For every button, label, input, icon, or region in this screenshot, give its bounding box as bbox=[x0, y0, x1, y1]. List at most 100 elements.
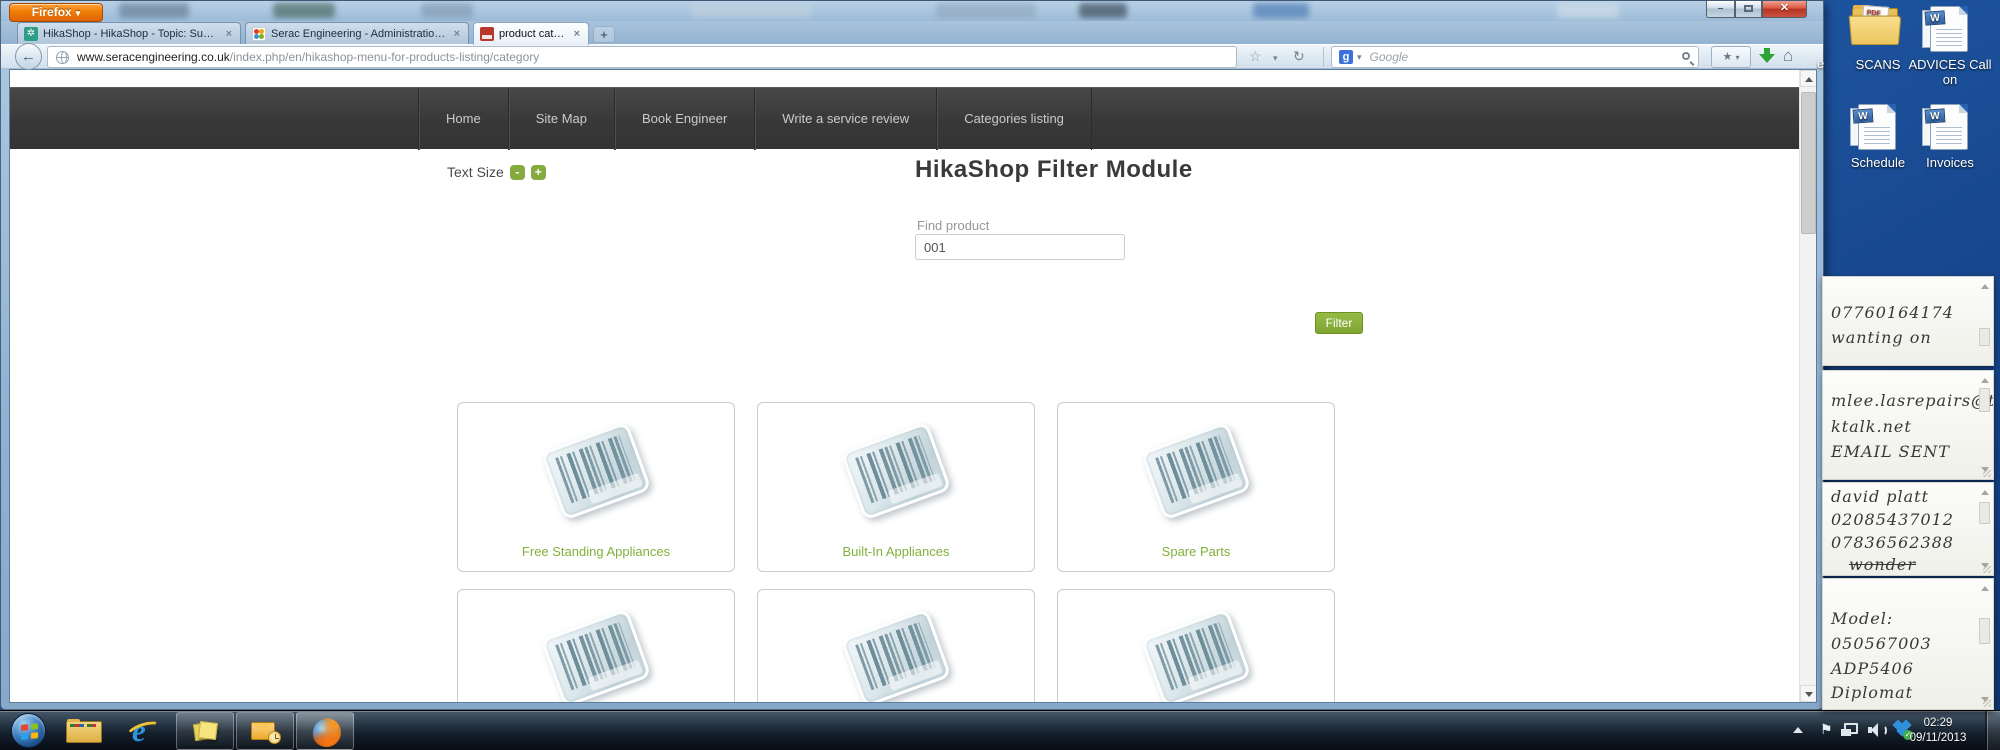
site-nav-bar: Home Site Map Book Engineer Write a serv… bbox=[10, 87, 1816, 150]
window-controls: – ✕ bbox=[1706, 1, 1807, 18]
note-scrollbar[interactable] bbox=[1978, 584, 1991, 704]
tab-close-icon[interactable]: × bbox=[452, 28, 462, 40]
downloads-button[interactable] bbox=[1759, 48, 1775, 64]
sticky-note[interactable]: mlee.lasrepairs@tal ktalk.net EMAIL SENT bbox=[1822, 370, 1994, 480]
desktop-icon-invoices[interactable]: W Invoices bbox=[1908, 102, 1992, 170]
page-title: HikaShop Filter Module bbox=[915, 156, 1193, 183]
taskbar-firefox-button[interactable] bbox=[296, 712, 354, 750]
firefox-app-menu-button[interactable]: Firefox ▾ bbox=[9, 3, 103, 22]
tab-title: Serac Engineering - Administration - ... bbox=[271, 27, 447, 40]
nav-item-categories-listing[interactable]: Categories listing bbox=[936, 88, 1092, 150]
google-search-engine-icon[interactable]: g bbox=[1339, 50, 1353, 64]
find-product-input[interactable] bbox=[915, 234, 1125, 260]
bookmark-dropdown-icon[interactable]: ▾ bbox=[1273, 53, 1278, 64]
tab-title: product category bbox=[499, 28, 567, 40]
note-line-struck: wonder bbox=[1849, 555, 1916, 574]
note-resize-grip[interactable] bbox=[1983, 469, 1991, 477]
note-resize-grip[interactable] bbox=[1983, 565, 1991, 573]
taskbar-outlook-button[interactable] bbox=[236, 712, 294, 750]
bookmarks-panel-button[interactable]: ★ ▾ bbox=[1711, 46, 1751, 68]
sticky-note[interactable]: 07760164174 wanting on bbox=[1822, 276, 1994, 366]
tab-product-category[interactable]: product category × bbox=[473, 22, 589, 45]
clock-date: 09/11/2013 bbox=[1909, 732, 1967, 744]
browser-scrollbar[interactable] bbox=[1799, 70, 1816, 702]
tab-hikashop-forum[interactable]: ✲ HikaShop - HikaShop - Topic: Subcat...… bbox=[17, 22, 241, 44]
note-scrollbar[interactable] bbox=[1978, 488, 1991, 570]
firefox-icon bbox=[312, 718, 341, 747]
close-button[interactable]: ✕ bbox=[1762, 1, 1807, 18]
tab-serac-admin[interactable]: Serac Engineering - Administration - ...… bbox=[245, 22, 469, 44]
category-card-partial[interactable] bbox=[457, 589, 735, 702]
scrollbar-thumb[interactable] bbox=[1801, 92, 1816, 234]
glass-blur-shape bbox=[936, 3, 1036, 18]
note-line: 02085437012 bbox=[1831, 510, 1954, 529]
reload-icon[interactable]: ↻ bbox=[1293, 48, 1305, 65]
tab-bar: ✲ HikaShop - HikaShop - Topic: Subcat...… bbox=[1, 21, 1823, 45]
sticky-note[interactable]: david platt 02085437012 07836562388 wond… bbox=[1822, 482, 1994, 576]
text-size-increase-button[interactable]: + bbox=[530, 164, 546, 180]
desktop-icon-advices[interactable]: W ADVICES Call on bbox=[1908, 4, 1992, 87]
minimize-button[interactable]: – bbox=[1706, 1, 1735, 18]
taskbar-sticky-notes-button[interactable] bbox=[176, 712, 234, 750]
nav-item-site-map[interactable]: Site Map bbox=[507, 88, 614, 150]
toolbar-separator bbox=[1323, 47, 1324, 67]
note-line: Model: bbox=[1831, 609, 1894, 628]
barcode-icon bbox=[1136, 417, 1256, 529]
category-link[interactable]: Spare Parts bbox=[1058, 544, 1334, 559]
network-icon[interactable] bbox=[1841, 723, 1858, 736]
category-card-spare-parts[interactable]: Spare Parts bbox=[1057, 402, 1335, 572]
home-button[interactable]: ⌂ bbox=[1783, 46, 1793, 66]
taskbar-internet-explorer-button[interactable]: e bbox=[124, 713, 164, 748]
category-link[interactable]: Built-In Appliances bbox=[758, 544, 1034, 559]
category-card-partial[interactable] bbox=[757, 589, 1035, 702]
category-card-partial[interactable] bbox=[1057, 589, 1335, 702]
bookmark-star-icon[interactable]: ☆ bbox=[1249, 48, 1262, 65]
text-size-decrease-button[interactable]: - bbox=[509, 164, 525, 180]
glass-blur-shape bbox=[1253, 3, 1309, 18]
scroll-down-icon[interactable] bbox=[1800, 685, 1816, 702]
note-scrollbar[interactable] bbox=[1978, 282, 1991, 360]
taskbar-explorer-button[interactable] bbox=[64, 719, 104, 745]
maximize-button[interactable] bbox=[1735, 1, 1762, 18]
show-desktop-button[interactable] bbox=[1985, 711, 2000, 750]
search-icon[interactable] bbox=[1682, 52, 1690, 60]
browser-viewport: Home Site Map Book Engineer Write a serv… bbox=[9, 69, 1817, 703]
search-engine-dropdown-icon[interactable]: ▾ bbox=[1357, 52, 1362, 63]
note-scrollbar[interactable] bbox=[1978, 376, 1991, 474]
search-box[interactable]: g ▾ Google bbox=[1331, 46, 1699, 68]
scroll-up-icon[interactable] bbox=[1800, 70, 1816, 87]
sticky-note[interactable]: Model: 050567003 ADP5406 Diplomat bbox=[1822, 578, 1994, 710]
start-button[interactable] bbox=[11, 713, 46, 748]
taskbar-clock[interactable]: 02:29 09/11/2013 bbox=[1900, 716, 1976, 746]
taskbar: e ⚑ ✓ 02:29 09/11/2013 bbox=[0, 710, 2000, 750]
nav-item-book-engineer[interactable]: Book Engineer bbox=[614, 88, 754, 150]
category-link[interactable]: Free Standing Appliances bbox=[458, 544, 734, 559]
back-button[interactable]: ← bbox=[15, 43, 42, 70]
nav-item-home[interactable]: Home bbox=[418, 88, 508, 150]
page-top-strip bbox=[10, 70, 1816, 87]
site-identity-globe-icon[interactable] bbox=[56, 50, 69, 64]
category-card-built-in[interactable]: Built-In Appliances bbox=[757, 402, 1035, 572]
sticky-notes-icon bbox=[192, 720, 218, 743]
restore-icon bbox=[1744, 5, 1753, 12]
show-hidden-icons-icon[interactable] bbox=[1793, 727, 1803, 733]
icon-label: Invoices bbox=[1926, 155, 1974, 170]
clock-time: 02:29 bbox=[1923, 717, 1953, 729]
navigation-toolbar: ← www.seracengineering.co.uk/index.php/e… bbox=[1, 43, 1823, 70]
new-tab-button[interactable]: + bbox=[593, 26, 615, 43]
note-line: ADP5406 bbox=[1831, 659, 1914, 678]
nav-item-write-review[interactable]: Write a service review bbox=[754, 88, 936, 150]
glass-blur-shape bbox=[273, 3, 335, 18]
icon-label: ADVICES Call on bbox=[1908, 57, 1992, 87]
category-card-free-standing[interactable]: Free Standing Appliances bbox=[457, 402, 735, 572]
filter-button[interactable]: Filter bbox=[1315, 312, 1363, 334]
hikashop-favicon: ✲ bbox=[24, 26, 38, 41]
partial-icon-label: e bbox=[1817, 56, 1825, 71]
barcode-icon bbox=[536, 604, 656, 702]
note-resize-grip[interactable] bbox=[1983, 699, 1991, 707]
action-center-flag-icon[interactable]: ⚑ bbox=[1820, 721, 1833, 738]
url-bar[interactable]: www.seracengineering.co.uk/index.php/en/… bbox=[47, 46, 1237, 68]
window-titlebar[interactable] bbox=[1, 1, 1823, 21]
tab-close-icon[interactable]: × bbox=[572, 28, 582, 40]
tab-close-icon[interactable]: × bbox=[224, 28, 234, 40]
